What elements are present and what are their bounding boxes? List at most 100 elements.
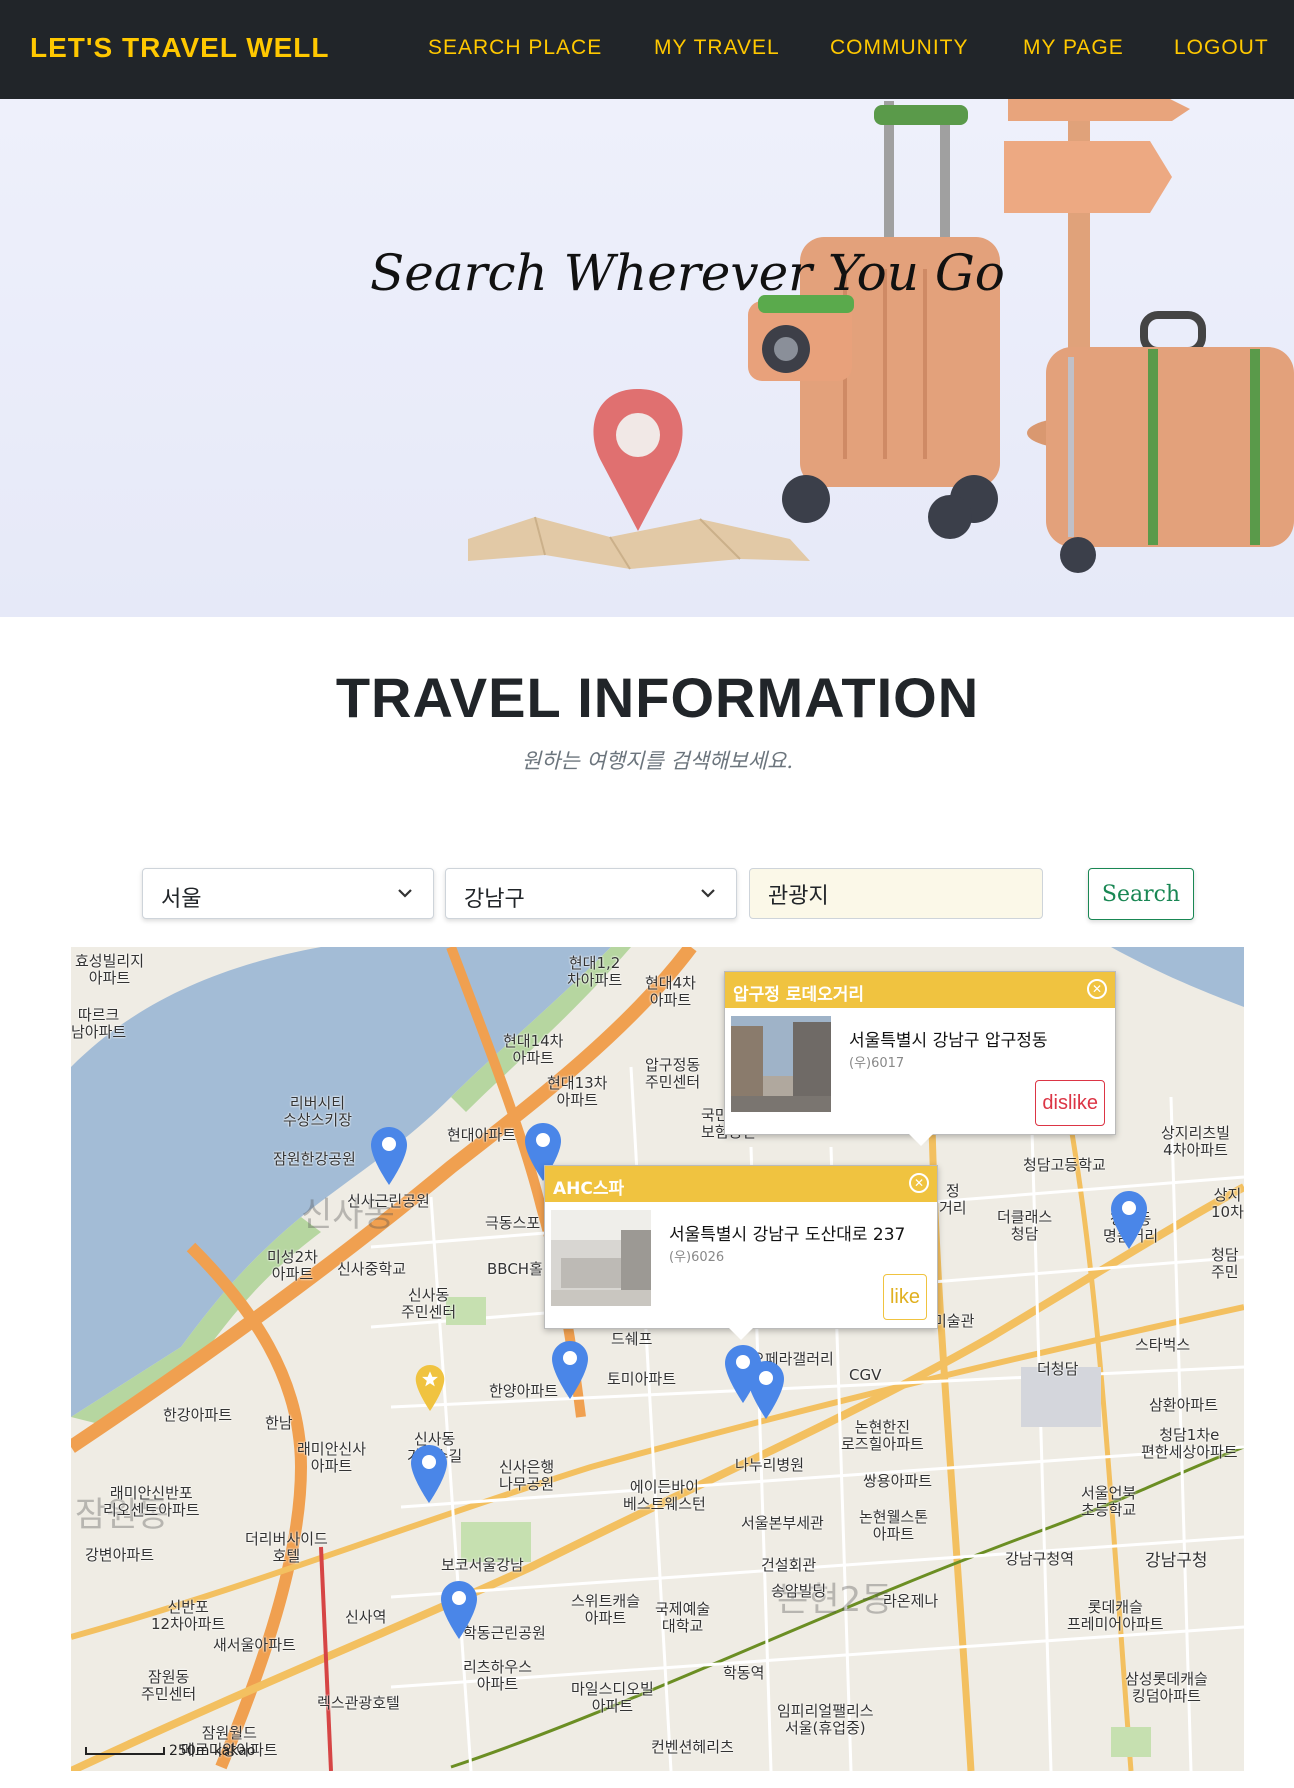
infowindow-zip: (우)6017 bbox=[849, 1056, 905, 1071]
map-label: 강남구청 bbox=[1145, 1551, 1208, 1571]
map-label: 청담고등학교 bbox=[1023, 1156, 1106, 1174]
map-label: 렉스관광호텔 bbox=[317, 1694, 400, 1712]
kakao-logo: kakao bbox=[213, 1743, 256, 1759]
nav-my-page[interactable]: MY PAGE bbox=[1023, 36, 1124, 60]
keyword-input[interactable] bbox=[749, 868, 1043, 919]
map-label: 삼환아파트 bbox=[1149, 1396, 1219, 1414]
map-label: 임피리얼팰리스 서울(휴업중) bbox=[777, 1702, 874, 1737]
map-label: 신사은행 나무공원 bbox=[499, 1458, 555, 1493]
map-label: 신사역 bbox=[345, 1608, 387, 1626]
hero-banner: Search Wherever You Go bbox=[0, 99, 1294, 617]
map-label: CGV bbox=[849, 1366, 882, 1384]
map-label: 마일스디오빌 아파트 bbox=[571, 1680, 654, 1715]
map-label: 정 거리 bbox=[939, 1182, 967, 1217]
map-label: 신사근린공원 bbox=[347, 1192, 430, 1210]
map-label: 토미아파트 bbox=[607, 1370, 677, 1388]
map-marker[interactable] bbox=[552, 1341, 588, 1399]
like-button[interactable]: like bbox=[882, 1274, 927, 1320]
map-label: 서울본부세관 bbox=[741, 1514, 824, 1532]
map-label: 삼성롯데캐슬 킹덤아파트 bbox=[1125, 1670, 1208, 1705]
map-marker[interactable] bbox=[1111, 1191, 1147, 1249]
map-label: 따르크 남아파트 bbox=[71, 1006, 127, 1041]
map-label: 리츠하우스 아파트 bbox=[463, 1658, 533, 1693]
sign-board-top bbox=[1008, 99, 1190, 121]
map-label: 나누리병원 bbox=[735, 1456, 805, 1474]
map-marker[interactable] bbox=[411, 1445, 447, 1503]
map-label: 래미안신사 아파트 bbox=[297, 1440, 367, 1475]
dislike-button[interactable]: dislike bbox=[1035, 1080, 1105, 1126]
region-select-value: 서울 bbox=[161, 887, 202, 912]
map-label: 컨벤션헤리츠 bbox=[651, 1738, 734, 1756]
map-label: 잠원동 주민센터 bbox=[141, 1668, 197, 1703]
infowindow-ahc-spa: AHC스파 ✕ 서울특별시 강남구 도산대로 237 (우)6026 like bbox=[544, 1165, 938, 1340]
nav-my-travel[interactable]: MY TRAVEL bbox=[654, 36, 780, 60]
scale-text: 250m bbox=[169, 1743, 210, 1759]
map-label: 건설회관 bbox=[761, 1556, 817, 1574]
map-label: 리버시티 수상스키장 bbox=[283, 1094, 353, 1129]
chevron-down-icon bbox=[701, 889, 715, 898]
close-icon[interactable]: ✕ bbox=[1087, 979, 1107, 999]
map-label: 신사중학교 bbox=[337, 1260, 407, 1278]
map-label: 현대14차 아파트 bbox=[503, 1032, 564, 1067]
scale-bar bbox=[85, 1747, 165, 1755]
map-label: 더클래스 청담 bbox=[997, 1208, 1053, 1243]
region-select[interactable]: 서울 bbox=[142, 868, 434, 919]
map-label: 효성빌리지 아파트 bbox=[75, 952, 145, 987]
hero-illustration bbox=[468, 99, 1294, 573]
map-label: 한남 bbox=[265, 1414, 293, 1432]
nav-community[interactable]: COMMUNITY bbox=[830, 36, 969, 60]
infowindow-address: 서울특별시 강남구 도산대로 237 bbox=[669, 1225, 906, 1245]
map-label: 송암빌딩 bbox=[771, 1582, 827, 1600]
district-select-value: 강남구 bbox=[464, 887, 525, 912]
infowindow-title: 압구정 로데오거리 bbox=[725, 972, 1115, 1008]
map-marker[interactable] bbox=[371, 1127, 407, 1185]
map-label: 서울언북 초등학교 bbox=[1081, 1484, 1137, 1519]
map-label: 한강아파트 bbox=[163, 1406, 233, 1424]
map-marker[interactable] bbox=[441, 1581, 477, 1639]
place-photo bbox=[551, 1210, 651, 1306]
map-label: 국제예술 대학교 bbox=[655, 1600, 711, 1635]
infowindow-tail bbox=[729, 1328, 753, 1340]
place-photo bbox=[731, 1016, 831, 1112]
map-label: 스위트캐슬 아파트 bbox=[571, 1592, 641, 1627]
map-label: 청담1차e 편한세상아파트 bbox=[1141, 1426, 1238, 1461]
map-label: 보코서울강남 bbox=[441, 1556, 524, 1574]
map-label: 강변아파트 bbox=[85, 1546, 155, 1564]
map-label: 강남구청역 bbox=[1005, 1550, 1075, 1568]
map-label: 새서울아파트 bbox=[213, 1636, 296, 1654]
map-label: 현대13차 아파트 bbox=[547, 1074, 608, 1109]
search-button[interactable]: Search bbox=[1088, 868, 1194, 920]
close-icon[interactable]: ✕ bbox=[909, 1173, 929, 1193]
infowindow-address: 서울특별시 강남구 압구정동 bbox=[849, 1031, 1048, 1051]
map-label: 드쉐프 bbox=[611, 1330, 653, 1348]
infowindow-zip: (우)6026 bbox=[669, 1250, 725, 1265]
infowindow-title: AHC스파 bbox=[545, 1166, 937, 1202]
map-label: 미술관 bbox=[933, 1312, 975, 1330]
map-label: 청담 주민 bbox=[1211, 1246, 1239, 1281]
nav-logout[interactable]: LOGOUT bbox=[1174, 36, 1269, 60]
map-label: 상지 10차 bbox=[1211, 1186, 1244, 1221]
map-label: 잠원한강공원 bbox=[273, 1150, 356, 1168]
map-label: 신사동 주민센터 bbox=[401, 1286, 457, 1321]
map-label: 래미안신반포 리오센트아파트 bbox=[103, 1484, 200, 1519]
map-label: 현대4차 아파트 bbox=[645, 974, 696, 1009]
sign-board bbox=[1004, 141, 1172, 213]
section-subtitle: 원하는 여행지를 검색해보세요. bbox=[521, 749, 794, 773]
hero-title: Search Wherever You Go bbox=[370, 244, 1005, 302]
map-label: 스타벅스 bbox=[1135, 1336, 1191, 1354]
nav-search-place[interactable]: SEARCH PLACE bbox=[428, 36, 602, 60]
section-title: TRAVEL INFORMATION bbox=[335, 666, 980, 729]
map-label: 미성2차 아파트 bbox=[267, 1248, 318, 1283]
map-label: 상지리츠빌 4차아파트 bbox=[1161, 1124, 1231, 1159]
map-label: 현대아파트 bbox=[447, 1126, 517, 1144]
map-marker[interactable] bbox=[748, 1361, 784, 1419]
map-label: 라온제나 bbox=[883, 1592, 939, 1610]
kakao-map[interactable]: 신사동 잠원동 논현2동 효성빌리지 아파트 현대1,2 차아파트 현대4차 아… bbox=[71, 947, 1244, 1771]
star-marker-icon[interactable] bbox=[415, 1365, 445, 1411]
map-label: 더리버사이드 호텔 bbox=[245, 1530, 328, 1565]
navbar: LET'S TRAVEL WELL SEARCH PLACE MY TRAVEL… bbox=[0, 0, 1294, 99]
location-pin bbox=[593, 389, 683, 531]
district-select[interactable]: 강남구 bbox=[445, 868, 737, 919]
suitcase-handle bbox=[874, 105, 968, 125]
brand-logo[interactable]: LET'S TRAVEL WELL bbox=[30, 32, 330, 64]
